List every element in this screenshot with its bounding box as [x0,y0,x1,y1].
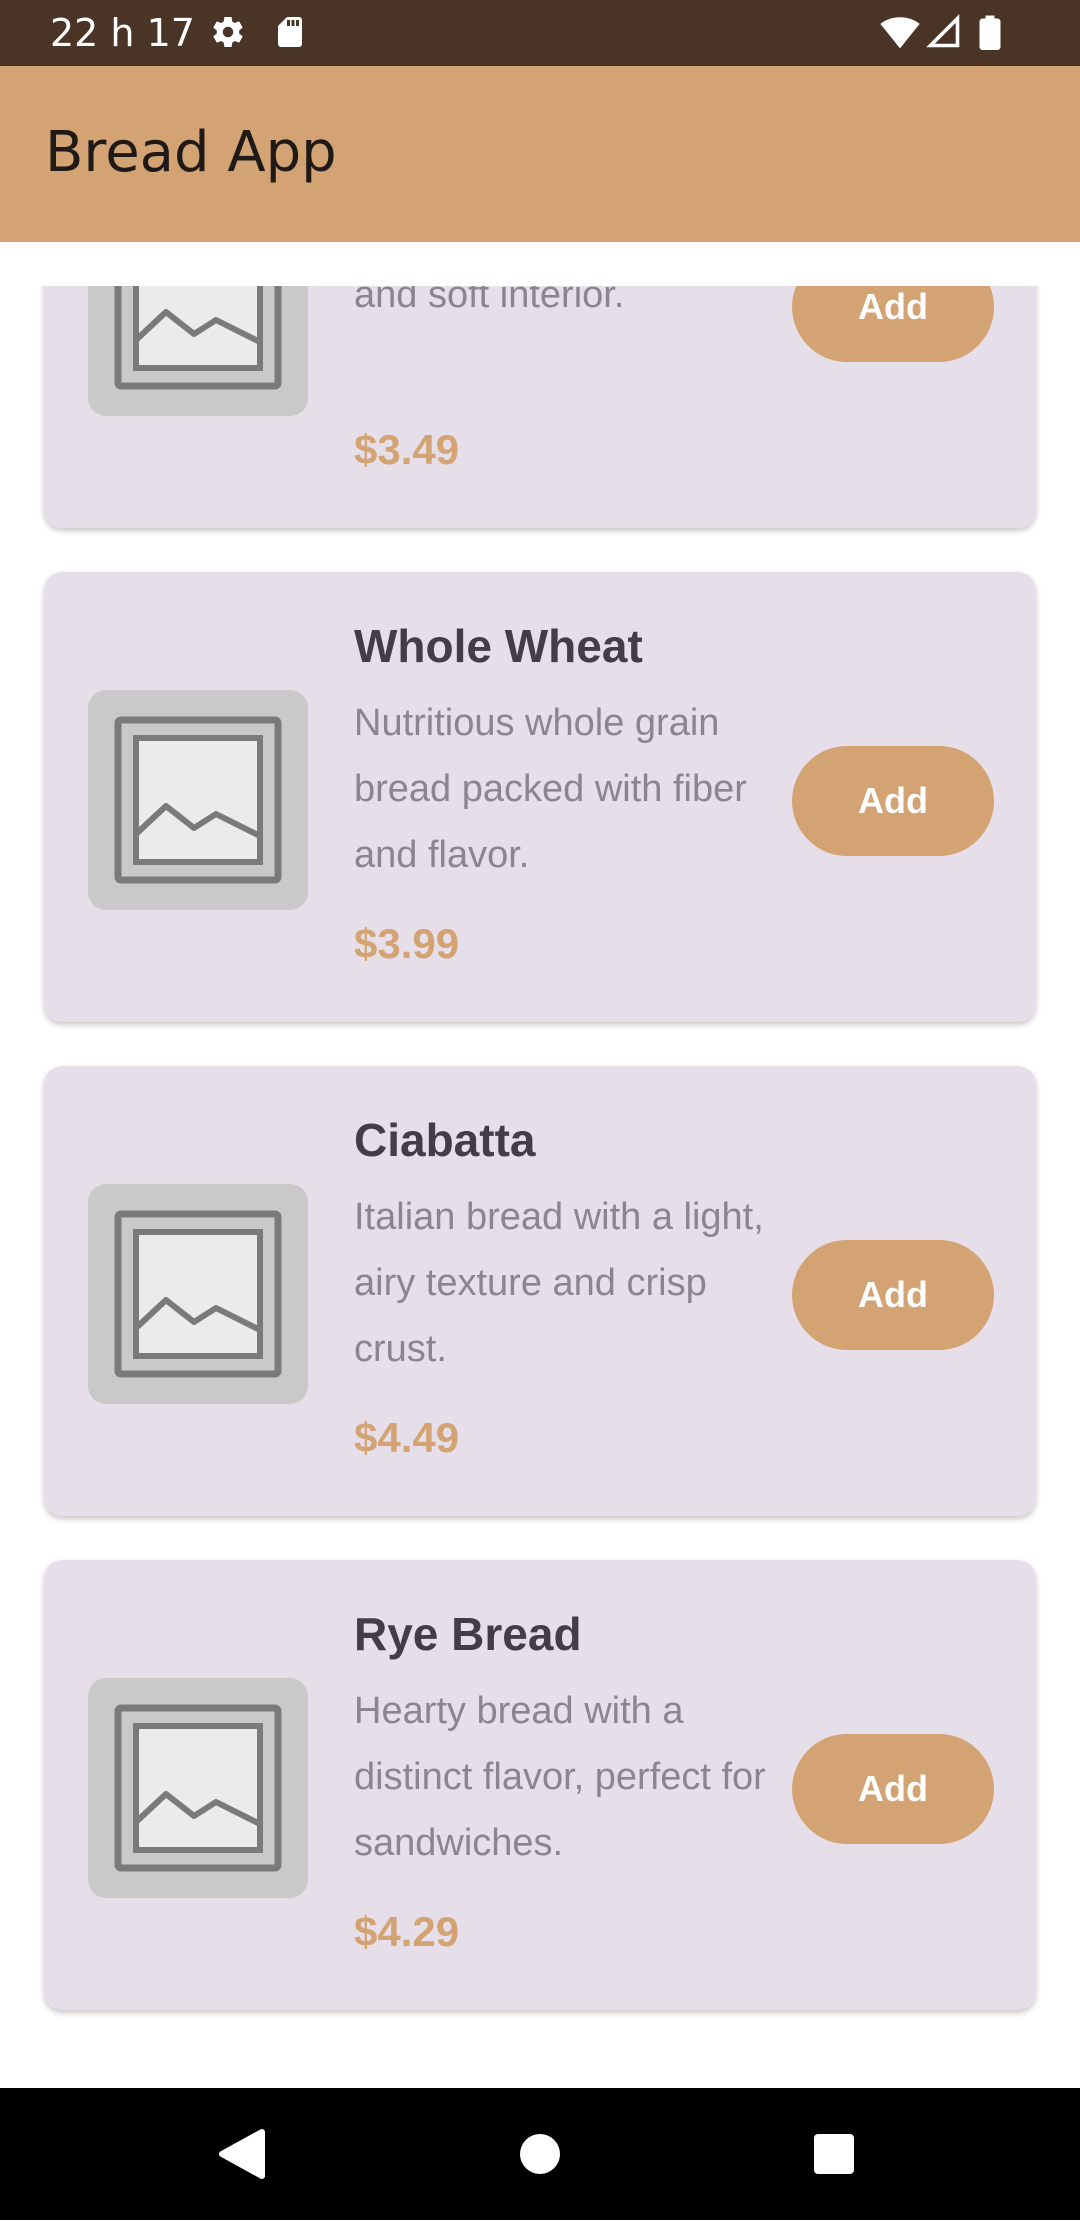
product-description: with a crispy exterior and soft interior… [354,286,625,316]
add-button[interactable]: Add [792,1240,994,1350]
product-card: with a crispy exterior and soft interior… [44,286,1036,528]
navigation-bar [0,2088,1080,2220]
image-placeholder-icon [88,1678,308,1898]
image-placeholder-icon [88,690,308,910]
product-description: Italian bread with a light, airy texture… [354,1196,764,1370]
recents-icon[interactable] [744,2088,924,2220]
product-description: Nutritious whole grain bread packed with… [354,702,747,876]
product-card: Whole Wheat Nutritious whole grain bread… [44,572,1036,1022]
signal-icon [926,14,962,55]
settings-icon [210,14,246,55]
product-price: $4.49 [354,1414,460,1461]
status-time: 22 h 17 [50,11,195,55]
image-placeholder-icon [88,286,308,416]
product-description: Hearty bread with a distinct flavor, per… [354,1690,766,1864]
product-list[interactable]: with a crispy exterior and soft interior… [0,286,1080,2042]
wifi-icon [880,14,920,55]
add-button[interactable]: Add [792,746,994,856]
app-bar: Bread App [0,66,1080,242]
product-price: $4.29 [354,1908,460,1955]
status-bar: 22 h 17 [0,0,1080,66]
add-button[interactable]: Add [792,286,994,362]
battery-icon [978,14,1002,55]
back-icon[interactable] [154,2088,334,2220]
image-placeholder-icon [88,1184,308,1404]
product-price: $3.99 [354,920,460,967]
product-name: Whole Wheat [354,620,643,672]
product-card: Ciabatta Italian bread with a light, air… [44,1066,1036,1516]
product-card: Rye Bread Hearty bread with a distinct f… [44,1560,1036,2010]
product-name: Ciabatta [354,1114,536,1166]
product-price: $3.49 [354,426,460,473]
app-title: Bread App [45,120,337,185]
home-icon[interactable] [450,2088,630,2220]
sd-card-icon [272,14,308,55]
product-name: Rye Bread [354,1608,582,1660]
add-button[interactable]: Add [792,1734,994,1844]
